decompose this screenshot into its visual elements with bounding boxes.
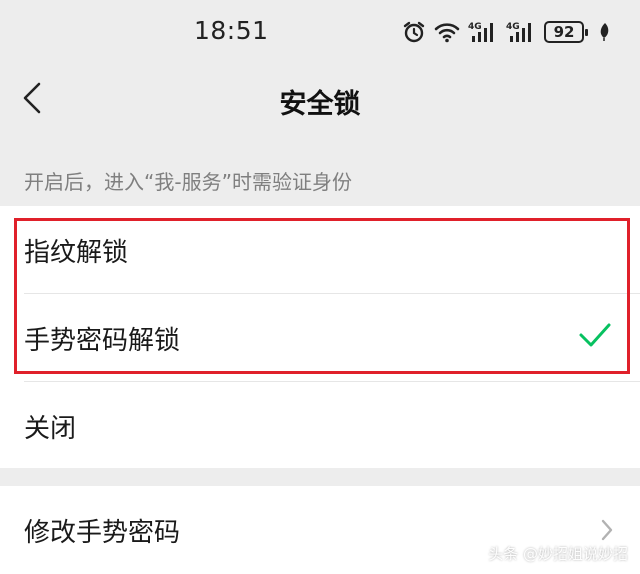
option-label: 指纹解锁 <box>24 237 129 268</box>
network-label-1: 4G <box>468 22 482 32</box>
option-off[interactable]: 关闭 <box>0 382 640 470</box>
network-label-2: 4G <box>506 22 520 32</box>
option-label: 手势密码解锁 <box>24 325 181 356</box>
wifi-icon <box>434 21 460 43</box>
watermark: 头条 @妙招姐说妙招 <box>488 545 628 563</box>
signal-4g-icon: 4G <box>506 20 536 44</box>
alarm-icon <box>402 20 426 44</box>
page-title: 安全锁 <box>279 89 361 120</box>
status-icons: 4G 4G 92 <box>402 18 612 46</box>
section-hint: 开启后，进入“我-服务”时需验证身份 <box>24 170 352 194</box>
status-bar: 18:51 4G 4G 92 <box>0 0 640 62</box>
leaf-icon <box>598 22 612 42</box>
signal-4g-icon: 4G <box>468 20 498 44</box>
nav-bar: 安全锁 <box>0 62 640 140</box>
status-time: 18:51 <box>194 16 269 45</box>
lock-options-group: 指纹解锁 手势密码解锁 关闭 <box>0 206 640 468</box>
battery-level: 92 <box>553 23 575 41</box>
option-fingerprint-unlock[interactable]: 指纹解锁 <box>0 206 640 294</box>
battery-icon: 92 <box>544 21 588 43</box>
option-gesture-password-unlock[interactable]: 手势密码解锁 <box>0 294 640 382</box>
option-label: 关闭 <box>24 413 77 444</box>
checkmark-icon <box>578 320 612 357</box>
settings-item-label: 修改手势密码 <box>24 517 181 548</box>
